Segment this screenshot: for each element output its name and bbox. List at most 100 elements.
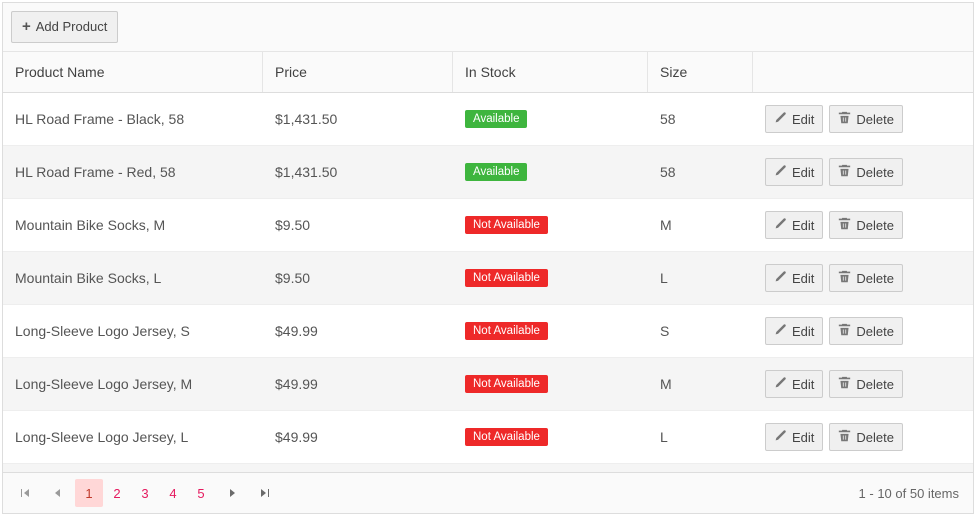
pencil-icon <box>774 429 787 445</box>
table-row: Long-Sleeve Logo Jersey, L$49.99Not Avai… <box>3 411 973 464</box>
pager-next-icon[interactable] <box>219 479 247 507</box>
edit-button[interactable]: Edit <box>765 105 823 133</box>
status-badge-not-available: Not Available <box>465 428 548 446</box>
status-badge-not-available: Not Available <box>465 375 548 393</box>
delete-button[interactable]: Delete <box>829 370 903 398</box>
edit-button[interactable]: Edit <box>765 158 823 186</box>
cell-in-stock: Not Available <box>453 358 648 410</box>
delete-label: Delete <box>856 218 894 233</box>
pencil-icon <box>774 111 787 127</box>
cell-in-stock: Available <box>453 93 648 145</box>
col-header-price[interactable]: Price <box>263 52 453 92</box>
pager-page[interactable]: 2 <box>103 479 131 507</box>
cell-in-stock: Not Available <box>453 199 648 251</box>
col-header-size[interactable]: Size <box>648 52 753 92</box>
cell-size: M <box>648 199 753 251</box>
edit-label: Edit <box>792 165 814 180</box>
edit-button[interactable]: Edit <box>765 211 823 239</box>
pager-page[interactable]: 1 <box>75 479 103 507</box>
col-header-stock[interactable]: In Stock <box>453 52 648 92</box>
cell-product-name: HL Road Frame - Black, 58 <box>3 93 263 145</box>
cell-actions: Edit Delete <box>753 411 959 463</box>
edit-label: Edit <box>792 430 814 445</box>
table-row: Mountain Bike Socks, M$9.50Not Available… <box>3 199 973 252</box>
delete-label: Delete <box>856 165 894 180</box>
edit-label: Edit <box>792 218 814 233</box>
delete-label: Delete <box>856 430 894 445</box>
cell-size: L <box>648 411 753 463</box>
edit-button[interactable]: Edit <box>765 423 823 451</box>
col-header-actions <box>753 52 959 92</box>
pencil-icon <box>774 164 787 180</box>
cell-price: $9.50 <box>263 252 453 304</box>
delete-button[interactable]: Delete <box>829 158 903 186</box>
delete-button[interactable]: Delete <box>829 317 903 345</box>
pager-info: 1 - 10 of 50 items <box>859 486 965 501</box>
delete-label: Delete <box>856 377 894 392</box>
status-badge-available: Available <box>465 163 527 181</box>
cell-price: $9.50 <box>263 199 453 251</box>
status-badge-not-available: Not Available <box>465 216 548 234</box>
pager-page[interactable]: 4 <box>159 479 187 507</box>
delete-button[interactable]: Delete <box>829 105 903 133</box>
edit-label: Edit <box>792 271 814 286</box>
pager-first-icon[interactable] <box>11 479 39 507</box>
edit-label: Edit <box>792 324 814 339</box>
cell-actions: Edit Delete <box>753 199 959 251</box>
product-grid: + Add Product Product Name Price In Stoc… <box>2 2 974 514</box>
delete-button[interactable]: Delete <box>829 264 903 292</box>
delete-label: Delete <box>856 324 894 339</box>
table-row: HL Road Frame - Black, 58$1,431.50 Availa… <box>3 93 973 146</box>
pager-page[interactable]: 5 <box>187 479 215 507</box>
cell-price: $1,431.50 <box>263 93 453 145</box>
cell-price: $49.99 <box>263 305 453 357</box>
status-badge-not-available: Not Available <box>465 269 548 287</box>
edit-button[interactable]: Edit <box>765 264 823 292</box>
cell-actions: EditDelete <box>753 464 959 472</box>
pager-page[interactable]: 3 <box>131 479 159 507</box>
grid-body[interactable]: HL Road Frame - Black, 58$1,431.50 Availa… <box>3 93 973 472</box>
trash-icon <box>838 376 851 392</box>
cell-size: M <box>648 358 753 410</box>
trash-icon <box>838 164 851 180</box>
cell-product-name: Mountain Bike Socks, L <box>3 252 263 304</box>
edit-label: Edit <box>792 112 814 127</box>
cell-actions: Edit Delete <box>753 93 959 145</box>
cell-in-stock: Not Available <box>453 305 648 357</box>
col-header-name[interactable]: Product Name <box>3 52 263 92</box>
cell-in-stock: Not Available <box>453 464 648 472</box>
cell-in-stock: Not Available <box>453 252 648 304</box>
pencil-icon <box>774 217 787 233</box>
trash-icon <box>838 429 851 445</box>
cell-size: XL <box>648 464 753 472</box>
delete-button[interactable]: Delete <box>829 423 903 451</box>
table-row: HL Road Frame - Red, 58$1,431.50Availabl… <box>3 146 973 199</box>
cell-size: 58 <box>648 146 753 198</box>
pager-last-icon[interactable] <box>251 479 279 507</box>
delete-button[interactable]: Delete <box>829 211 903 239</box>
cell-product-name: Long-Sleeve Logo Jersey, L <box>3 411 263 463</box>
status-badge-available: Available <box>465 110 527 128</box>
add-product-button[interactable]: + Add Product <box>11 11 118 43</box>
pencil-icon <box>774 376 787 392</box>
cell-size: S <box>648 305 753 357</box>
cell-actions: Edit Delete <box>753 358 959 410</box>
cell-product-name: Long-Sleeve Logo Jersey, S <box>3 305 263 357</box>
cell-size: L <box>648 252 753 304</box>
plus-icon: + <box>22 18 31 36</box>
pencil-icon <box>774 270 787 286</box>
cell-in-stock: Not Available <box>453 411 648 463</box>
cell-actions: Edit Delete <box>753 305 959 357</box>
edit-button[interactable]: Edit <box>765 317 823 345</box>
trash-icon <box>838 217 851 233</box>
status-badge-not-available: Not Available <box>465 322 548 340</box>
cell-in-stock: Available <box>453 146 648 198</box>
edit-button[interactable]: Edit <box>765 370 823 398</box>
table-row: Long-Sleeve Logo Jersey, M$49.99Not Avai… <box>3 358 973 411</box>
pencil-icon <box>774 323 787 339</box>
pager: 12345 1 - 10 of 50 items <box>3 472 973 513</box>
pager-prev-icon[interactable] <box>43 479 71 507</box>
table-row: Long-Sleeve Logo Jersey, XL$49.99Not Ava… <box>3 464 973 472</box>
trash-icon <box>838 270 851 286</box>
table-row: Long-Sleeve Logo Jersey, S$49.99 Not Avai… <box>3 305 973 358</box>
